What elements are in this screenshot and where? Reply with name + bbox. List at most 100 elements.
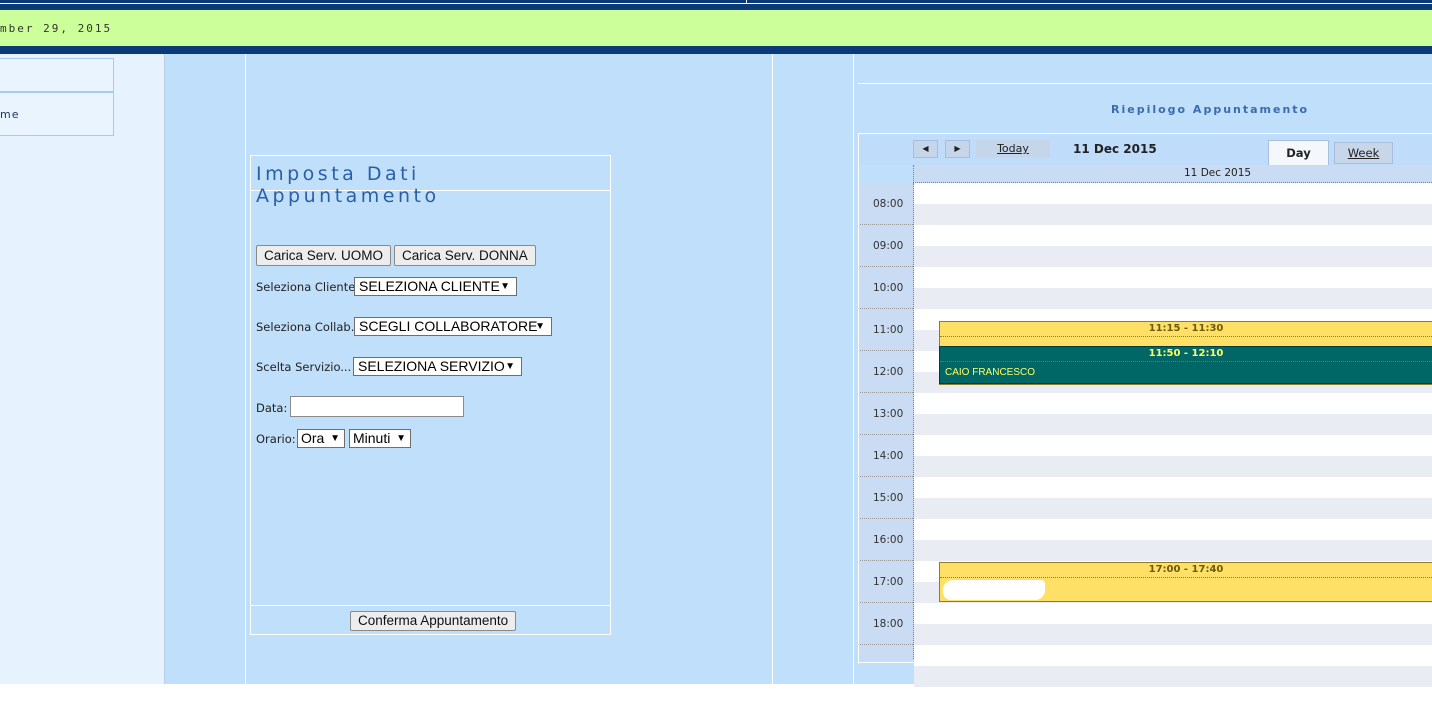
confirm-appointment-button[interactable]: Conferma Appuntamento [350,611,517,631]
current-date-text: mber 29, 2015 [0,22,113,35]
chevron-down-icon: ▼ [396,433,406,444]
load-women-services-button[interactable]: Carica Serv. DONNA [394,245,536,266]
form-footer-divider [251,605,610,606]
date-label: Data: [256,401,288,415]
date-bar: mber 29, 2015 [0,10,1432,46]
calendar-current-date: 11 Dec 2015 [1073,142,1157,156]
hour-select[interactable]: Ora ▼ [297,429,345,448]
half-hour-slot[interactable] [914,393,1432,414]
date-input[interactable] [290,396,464,417]
time-column: 08:00 09:00 10:00 11:00 12:00 13:00 14:0… [858,183,913,659]
appointment-event[interactable]: 11:50 - 12:10 CAIO FRANCESCO [939,346,1432,384]
spacer-column-right [773,54,854,684]
half-hour-slot[interactable] [914,519,1432,540]
hour-slot: 17:00 [858,561,913,603]
header-divider [0,46,1432,54]
half-hour-slot[interactable] [914,456,1432,477]
half-hour-slot[interactable] [914,204,1432,225]
half-hour-slot[interactable] [914,267,1432,288]
hour-slot: 11:00 [858,309,913,351]
day-column-date: 11 Dec 2015 [1184,167,1252,179]
sidebar-item-home[interactable]: me [0,92,114,136]
redacted-client-name [943,580,1045,600]
half-hour-slot[interactable] [914,183,1432,204]
hour-slot: 14:00 [858,435,913,477]
half-hour-slot[interactable] [914,246,1432,267]
half-hour-slot[interactable] [914,666,1432,687]
minute-select[interactable]: Minuti ▼ [349,429,411,448]
calendar-title: Riepilogo Appuntamento [1111,103,1310,116]
form-title: Imposta Dati Appuntamento [256,163,440,207]
service-select-value: SELEZIONA SERVIZIO [358,358,505,374]
hour-label: 09:00 [873,240,904,252]
half-hour-slot[interactable] [914,435,1432,456]
event-client: CAIO FRANCESCO [945,367,1036,378]
next-day-button[interactable]: ▶ [945,140,970,158]
service-label: Scelta Servizio... [256,360,352,374]
chevron-down-icon: ▼ [535,321,545,332]
hour-label: 16:00 [873,534,904,546]
tab-day[interactable]: Day [1268,140,1329,166]
today-button[interactable]: Today [976,140,1050,158]
service-select[interactable]: SELEZIONA SERVIZIO ▼ [353,357,522,376]
hour-select-value: Ora [301,430,325,446]
client-select[interactable]: SELEZIONA CLIENTE ▼ [354,277,517,296]
half-hour-slot[interactable] [914,498,1432,519]
hour-slot: 15:00 [858,477,913,519]
chevron-down-icon: ▼ [505,361,515,372]
hour-label: 10:00 [873,282,904,294]
top-bar [0,0,1432,10]
chevron-down-icon: ▼ [500,281,510,292]
calendar-toolbar: ◀ ▶ Today 11 Dec 2015 Day Week [858,135,1432,166]
hour-label: 18:00 [873,618,904,630]
appointment-calendar: Riepilogo Appuntamento ◀ ▶ Today 11 Dec … [858,83,1432,687]
appointment-form: Imposta Dati Appuntamento Carica Serv. U… [250,155,611,635]
left-sidebar: me [0,54,165,684]
half-hour-slot[interactable] [914,540,1432,561]
hour-label: 12:00 [873,366,904,378]
hour-slot: 16:00 [858,519,913,561]
event-time: 17:00 - 17:40 [1148,564,1224,575]
hour-label: 13:00 [873,408,904,420]
hour-label: 17:00 [873,576,904,588]
time-label: Orario: [256,432,296,446]
hour-label: 15:00 [873,492,904,504]
hour-label: 11:00 [873,324,904,336]
hour-slot: 10:00 [858,267,913,309]
calendar-left-border [858,134,859,664]
sidebar-item-label: me [0,108,20,121]
triangle-right-icon: ▶ [954,144,961,153]
load-men-services-button[interactable]: Carica Serv. UOMO [256,245,392,266]
hour-slot: 08:00 [858,183,913,225]
triangle-left-icon: ◀ [922,144,929,153]
hour-label: 08:00 [873,198,904,210]
collaborator-label: Seleziona Collab. [256,320,355,334]
collaborator-select-value: SCEGLI COLLABORATORE [359,318,538,334]
event-time: 11:15 - 11:30 [1148,323,1224,334]
form-title-bar: Imposta Dati Appuntamento [251,156,610,207]
hour-slot: 13:00 [858,393,913,435]
hour-label: 14:00 [873,450,904,462]
half-hour-slot[interactable] [914,288,1432,309]
half-hour-slot[interactable] [914,225,1432,246]
sidebar-item-1[interactable] [0,58,114,92]
half-hour-slot[interactable] [914,477,1432,498]
chevron-down-icon: ▼ [330,433,340,444]
half-hour-slot[interactable] [914,603,1432,624]
tab-week[interactable]: Week [1334,142,1393,164]
half-hour-slot[interactable] [914,624,1432,645]
prev-day-button[interactable]: ◀ [913,140,938,158]
appointment-event[interactable]: 17:00 - 17:40 [939,562,1432,602]
client-label: Seleziona Cliente [256,280,356,294]
half-hour-slot[interactable] [914,414,1432,435]
minute-select-value: Minuti [353,430,391,446]
spacer-column-left [165,54,246,684]
calendar-footer-line [858,662,1432,663]
event-client [946,340,1041,344]
hour-slot: 09:00 [858,225,913,267]
collaborator-select[interactable]: SCEGLI COLLABORATORE ▼ [354,317,552,336]
calendar-header: Riepilogo Appuntamento [858,83,1432,134]
day-column-header: 11 Dec 2015 [913,165,1432,183]
client-select-value: SELEZIONA CLIENTE [359,278,500,294]
hour-slot: 18:00 [858,603,913,645]
